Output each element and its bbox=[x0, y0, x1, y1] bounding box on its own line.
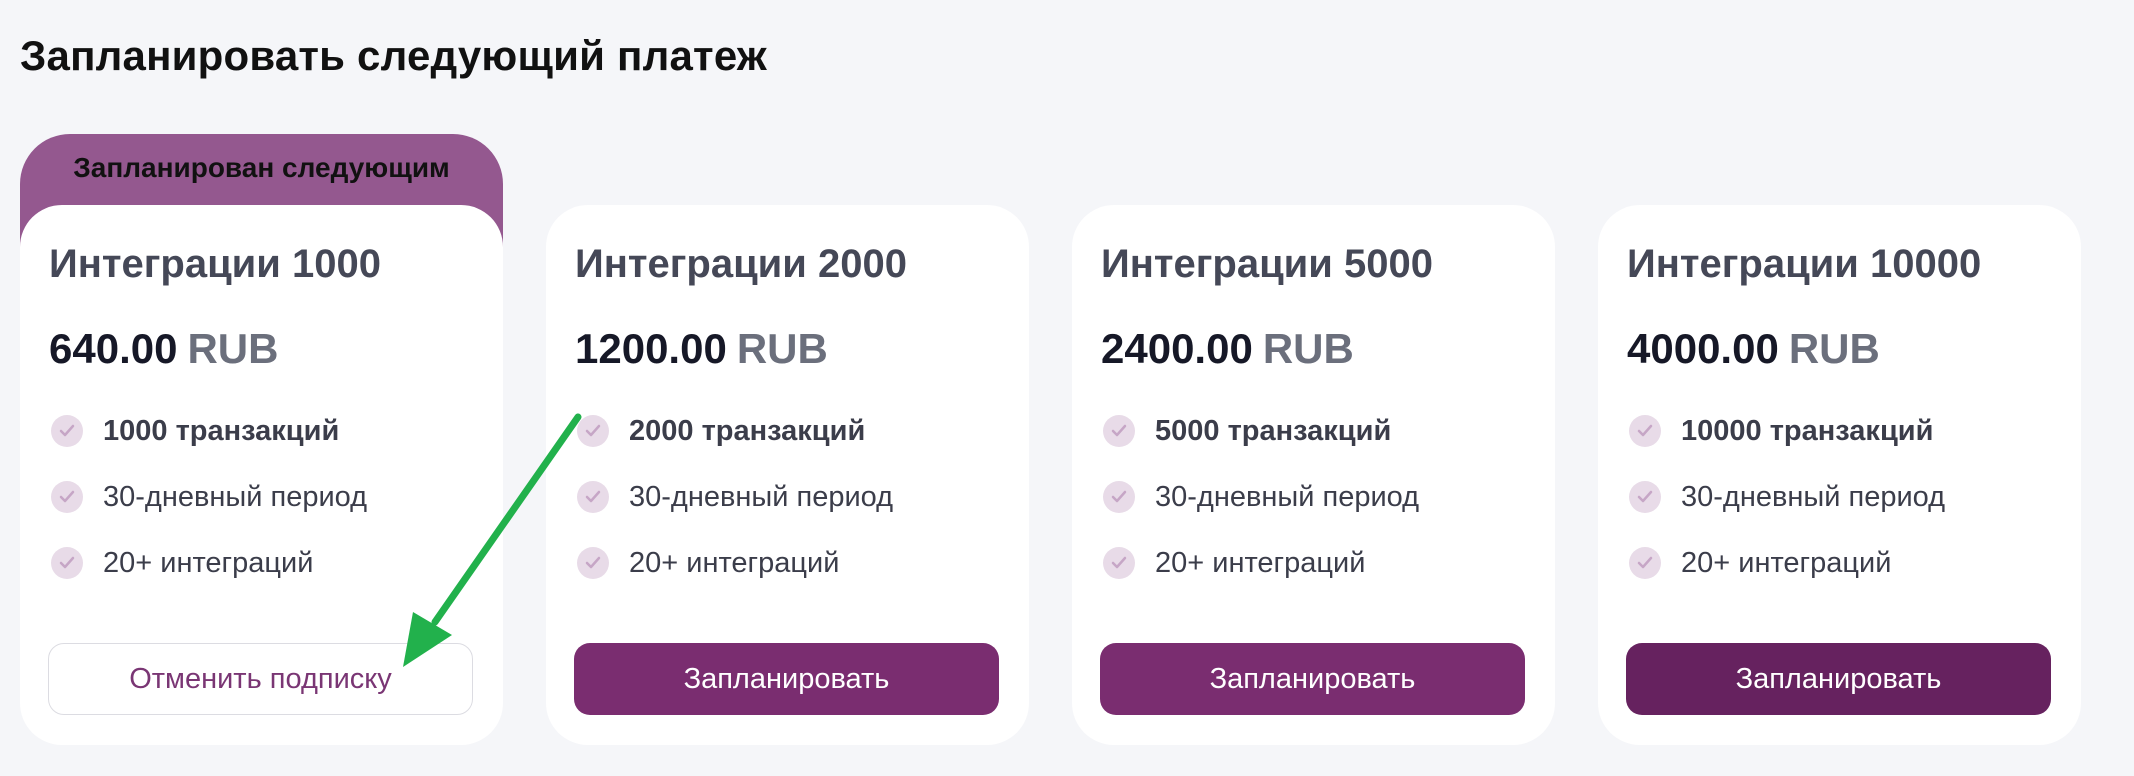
check-circle-icon bbox=[1103, 481, 1135, 513]
check-circle-icon bbox=[577, 547, 609, 579]
feature-item: 30-дневный период bbox=[577, 477, 893, 543]
feature-list: 10000 транзакций 30-дневный период 20+ и… bbox=[1629, 411, 1945, 609]
plan-card-2000: Интеграции 2000 1200.00 RUB 2000 транзакц… bbox=[546, 205, 1029, 745]
plan-price: 640.00 RUB bbox=[49, 325, 278, 373]
plan-title: Интеграции 10000 bbox=[1627, 242, 1982, 286]
feature-item: 30-дневный период bbox=[1629, 477, 1945, 543]
check-circle-icon bbox=[577, 481, 609, 513]
feature-item: 30-дневный период bbox=[1103, 477, 1419, 543]
price-currency: RUB bbox=[1262, 325, 1354, 372]
feature-text: 20+ интеграций bbox=[103, 547, 314, 579]
plan-card-1000: Интеграции 1000 640.00 RUB 1000 транзакци… bbox=[20, 205, 503, 745]
feature-text: 20+ интеграций bbox=[1155, 547, 1366, 579]
price-amount: 4000.00 bbox=[1627, 325, 1779, 372]
feature-text: 2000 транзакций bbox=[629, 411, 865, 451]
current-plan-badge-label: Запланирован следующим bbox=[73, 152, 450, 183]
check-circle-icon bbox=[577, 415, 609, 447]
check-circle-icon bbox=[1103, 547, 1135, 579]
feature-list: 1000 транзакций 30-дневный период 20+ ин… bbox=[51, 411, 367, 609]
feature-count: 2000 bbox=[629, 415, 694, 447]
feature-text: 20+ интеграций bbox=[1681, 547, 1892, 579]
check-circle-icon bbox=[51, 481, 83, 513]
schedule-button[interactable]: Запланировать bbox=[1100, 643, 1525, 715]
check-circle-icon bbox=[1629, 415, 1661, 447]
feature-list: 2000 транзакций 30-дневный период 20+ ин… bbox=[577, 411, 893, 609]
feature-item: 10000 транзакций bbox=[1629, 411, 1945, 477]
feature-text: 30-дневный период bbox=[103, 481, 368, 513]
feature-text: 30-дневный период bbox=[1155, 481, 1420, 513]
feature-unit: транзакций bbox=[1761, 415, 1934, 447]
feature-item: 2000 транзакций bbox=[577, 411, 893, 477]
price-amount: 1200.00 bbox=[575, 325, 727, 372]
plan-title: Интеграции 2000 bbox=[575, 242, 907, 286]
price-amount: 2400.00 bbox=[1101, 325, 1253, 372]
feature-item: 1000 транзакций bbox=[51, 411, 367, 477]
check-circle-icon bbox=[1629, 547, 1661, 579]
plan-title: Интеграции 1000 bbox=[49, 242, 381, 286]
page-title: Запланировать следующий платеж bbox=[20, 32, 767, 79]
feature-item: 20+ интеграций bbox=[1103, 543, 1419, 609]
cancel-subscription-button[interactable]: Отменить подписку bbox=[48, 643, 473, 715]
feature-list: 5000 транзакций 30-дневный период 20+ ин… bbox=[1103, 411, 1419, 609]
price-currency: RUB bbox=[1788, 325, 1880, 372]
price-amount: 640.00 bbox=[49, 325, 178, 372]
price-currency: RUB bbox=[736, 325, 828, 372]
check-circle-icon bbox=[51, 415, 83, 447]
feature-text: 30-дневный период bbox=[1681, 481, 1946, 513]
feature-unit: транзакций bbox=[167, 415, 340, 447]
feature-text: 5000 транзакций bbox=[1155, 411, 1391, 451]
feature-text: 10000 транзакций bbox=[1681, 411, 1933, 451]
plan-title: Интеграции 5000 bbox=[1101, 242, 1433, 286]
plan-card-10000: Интеграции 10000 4000.00 RUB 10000 транза… bbox=[1598, 205, 2081, 745]
plan-price: 4000.00 RUB bbox=[1627, 325, 1880, 373]
plan-price: 1200.00 RUB bbox=[575, 325, 828, 373]
feature-text: 30-дневный период bbox=[629, 481, 894, 513]
feature-count: 5000 bbox=[1155, 415, 1220, 447]
feature-item: 20+ интеграций bbox=[577, 543, 893, 609]
check-circle-icon bbox=[51, 547, 83, 579]
feature-item: 20+ интеграций bbox=[1629, 543, 1945, 609]
feature-unit: транзакций bbox=[693, 415, 866, 447]
feature-item: 30-дневный период bbox=[51, 477, 367, 543]
plan-price: 2400.00 RUB bbox=[1101, 325, 1354, 373]
feature-text: 20+ интеграций bbox=[629, 547, 840, 579]
plan-card-5000: Интеграции 5000 2400.00 RUB 5000 транзакц… bbox=[1072, 205, 1555, 745]
feature-count: 10000 bbox=[1681, 415, 1762, 447]
feature-count: 1000 bbox=[103, 415, 168, 447]
feature-item: 5000 транзакций bbox=[1103, 411, 1419, 477]
check-circle-icon bbox=[1103, 415, 1135, 447]
schedule-button[interactable]: Запланировать bbox=[1626, 643, 2051, 715]
feature-unit: транзакций bbox=[1219, 415, 1392, 447]
feature-item: 20+ интеграций bbox=[51, 543, 367, 609]
check-circle-icon bbox=[1629, 481, 1661, 513]
price-currency: RUB bbox=[187, 325, 279, 372]
schedule-button[interactable]: Запланировать bbox=[574, 643, 999, 715]
feature-text: 1000 транзакций bbox=[103, 411, 339, 451]
